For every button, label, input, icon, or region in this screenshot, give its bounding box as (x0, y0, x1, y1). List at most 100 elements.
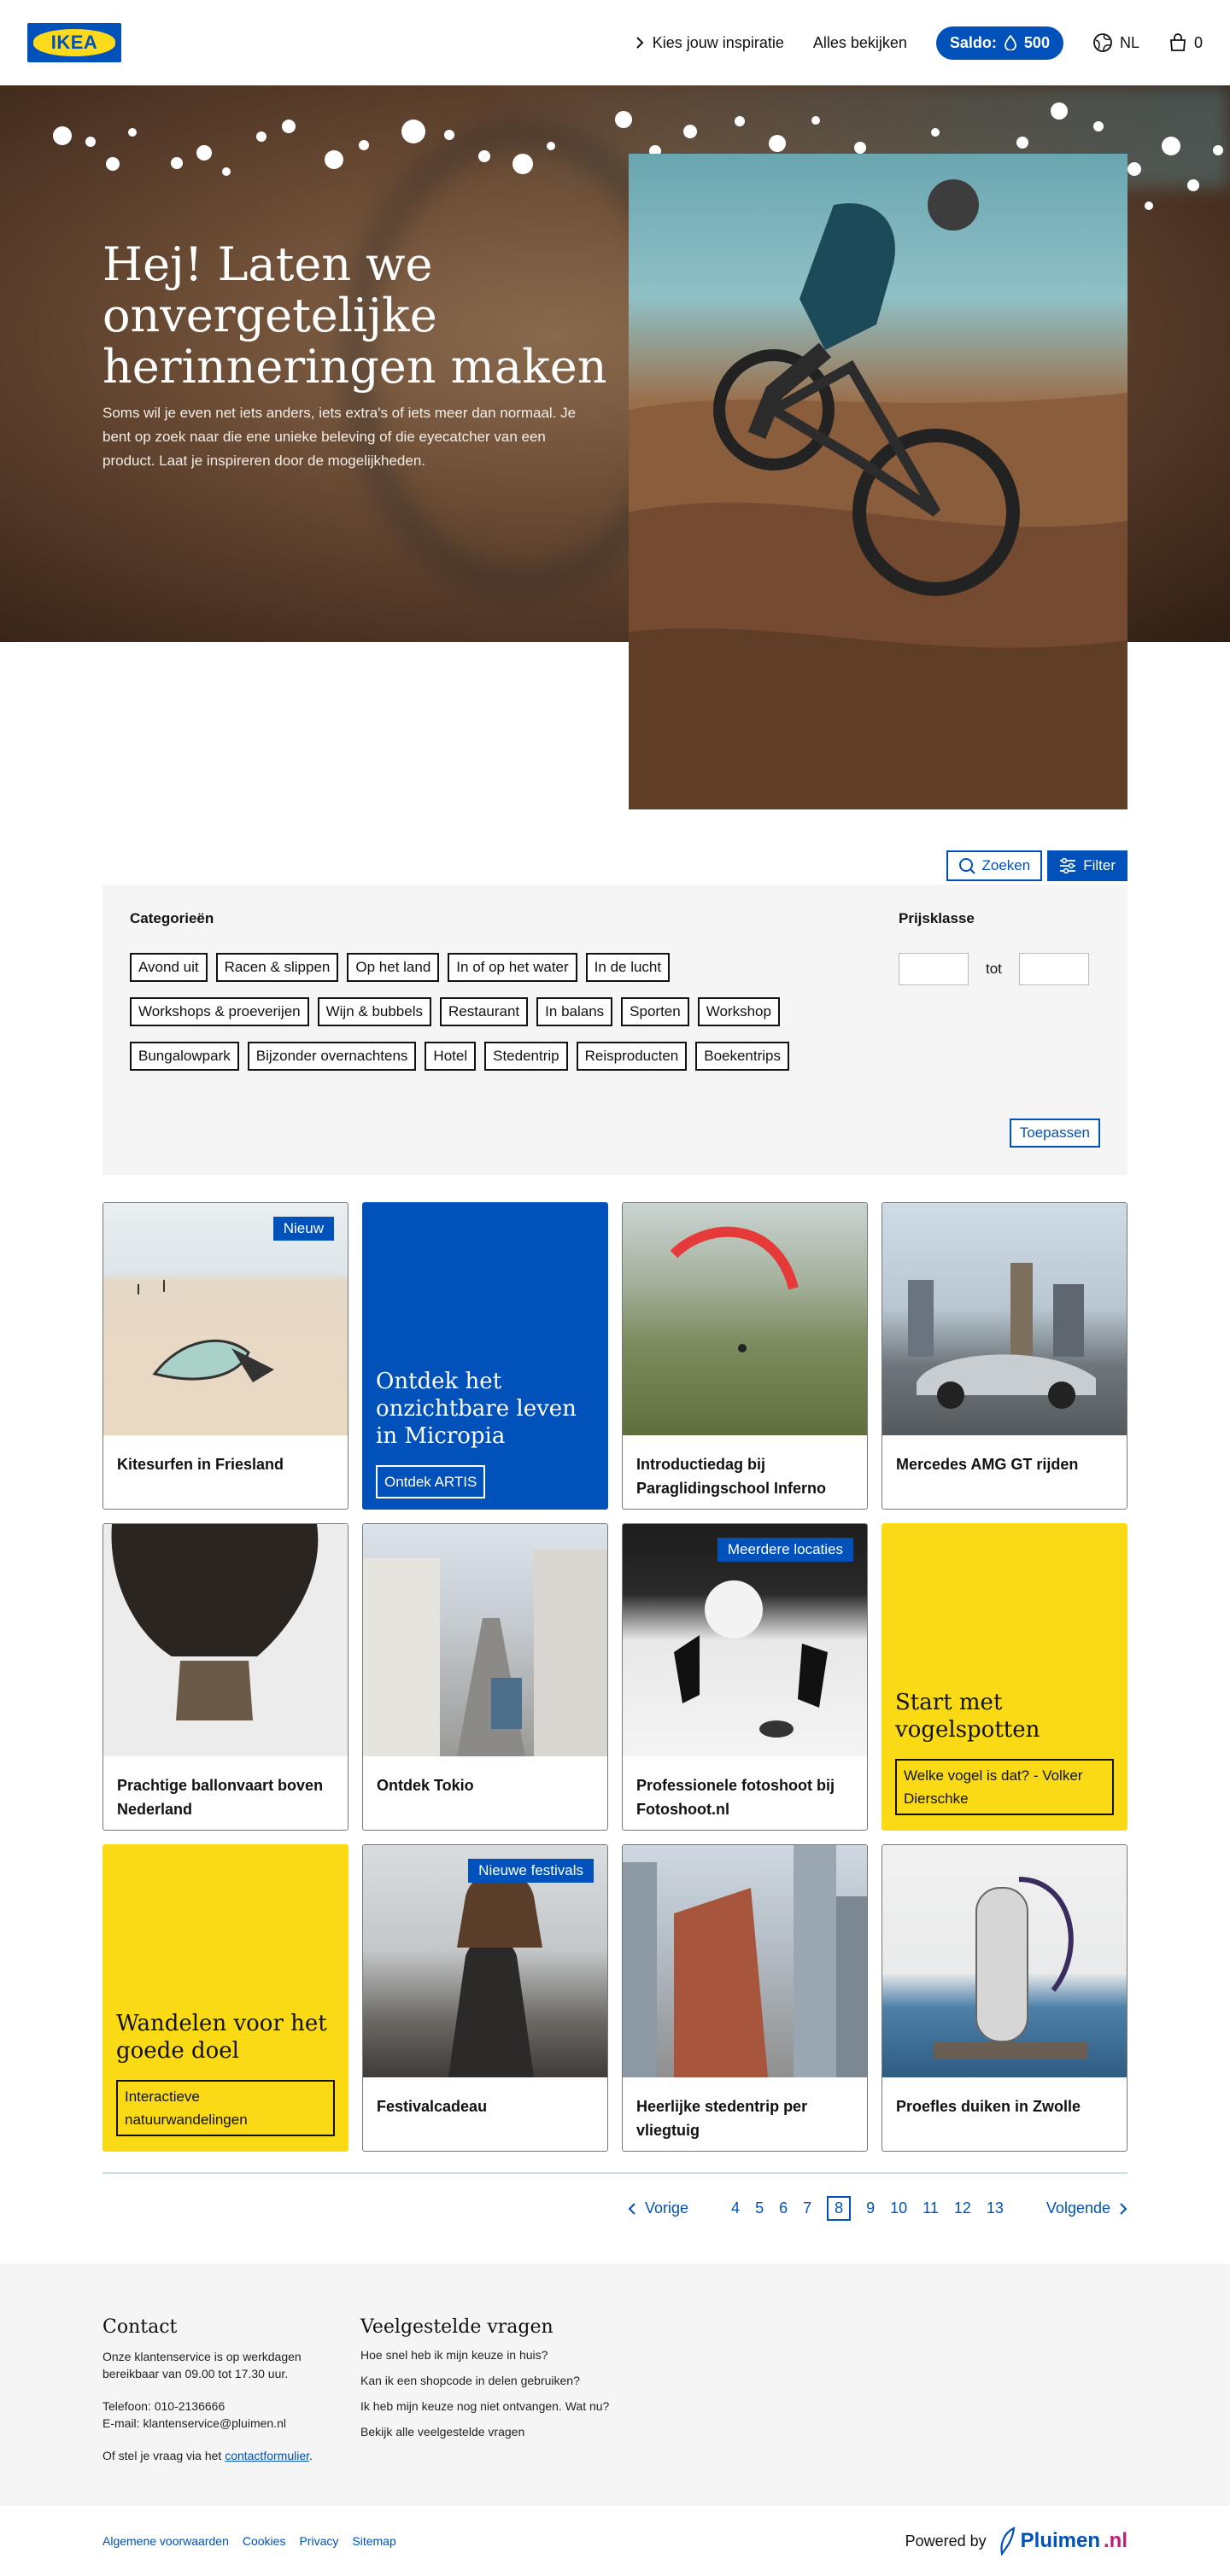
chip-boekentrips[interactable]: Boekentrips (695, 1042, 790, 1071)
logo-text: IKEA (33, 29, 115, 56)
terms-link[interactable]: Algemene voorwaarden (102, 2534, 229, 2548)
product-card-festival[interactable]: Nieuwe festivals Festivalcadeau (362, 1844, 608, 2152)
promo-button-wandelingen[interactable]: Interactieve natuurwandelingen (116, 2080, 335, 2136)
chip-hotel[interactable]: Hotel (425, 1042, 477, 1071)
page-6[interactable]: 6 (779, 2199, 788, 2217)
product-card-tokio[interactable]: Ontdek Tokio (362, 1523, 608, 1831)
promo-title: Wandelen voor het goede doel (116, 2011, 327, 2064)
pluimen-logo[interactable]: Pluimen .nl (999, 2526, 1128, 2556)
bottom-bar: Algemene voorwaarden Cookies Privacy Sit… (0, 2506, 1230, 2576)
product-card-stedentrip[interactable]: Heerlijke stedentrip per vliegtuig (622, 1844, 868, 2152)
chip-op-het-land[interactable]: Op het land (347, 953, 440, 982)
chip-bungalowpark[interactable]: Bungalowpark (130, 1042, 239, 1071)
kitesurf-photo: Nieuw (103, 1203, 348, 1435)
festival-photo: Nieuwe festivals (363, 1845, 607, 2077)
page-13[interactable]: 13 (987, 2199, 1004, 2217)
faq-item[interactable]: Ik heb mijn keuze nog niet ontvangen. Wa… (360, 2399, 702, 2413)
page-9[interactable]: 9 (866, 2199, 875, 2217)
page-10[interactable]: 10 (890, 2199, 907, 2217)
page-11[interactable]: 11 (922, 2199, 939, 2217)
page-current[interactable]: 8 (827, 2196, 852, 2221)
privacy-link[interactable]: Privacy (299, 2534, 338, 2548)
chip-water[interactable]: In of op het water (448, 953, 577, 982)
footer: Contact Onze klantenservice is op werkda… (0, 2263, 1230, 2506)
faq-column: Veelgestelde vragen Hoe snel heb ik mijn… (360, 2316, 702, 2450)
next-label: Volgende (1046, 2199, 1110, 2217)
chevron-right-icon (636, 37, 644, 49)
next-page-button[interactable]: Volgende (1046, 2199, 1128, 2217)
apply-button[interactable]: Toepassen (1009, 1119, 1100, 1148)
pagination-divider (102, 2172, 1128, 2174)
page-5[interactable]: 5 (755, 2199, 764, 2217)
product-card-kitesurf[interactable]: Nieuw Kitesurfen in Friesland (102, 1202, 348, 1510)
chip-in-balans[interactable]: In balans (536, 997, 613, 1026)
contact-column: Contact Onze klantenservice is op werkda… (102, 2316, 316, 2464)
prev-page-button[interactable]: Vorige (628, 2199, 688, 2217)
contact-form-suffix: . (309, 2449, 313, 2462)
page-7[interactable]: 7 (803, 2199, 811, 2217)
chip-bijzonder-overnachtens[interactable]: Bijzonder overnachtens (247, 1042, 417, 1071)
product-card-balloon[interactable]: Prachtige ballonvaart boven Nederland (102, 1523, 348, 1831)
chip-racen-slippen[interactable]: Racen & slippen (215, 953, 339, 982)
contact-email: E-mail: klantenservice@pluimen.nl (102, 2416, 286, 2430)
main-nav: Kies jouw inspiratie Alles bekijken Sald… (636, 26, 1203, 60)
product-card-paragliding[interactable]: Introductiedag bij Paraglidingschool Inf… (622, 1202, 868, 1510)
promo-title: Ontdek het onzichtbare leven in Micropia (376, 1369, 577, 1449)
faq-item[interactable]: Hoe snel heb ik mijn keuze in huis? (360, 2348, 702, 2362)
product-grid: Nieuw Kitesurfen in Friesland Ontdek het… (102, 1202, 1128, 2152)
promo-button-artis[interactable]: Ontdek ARTIS (376, 1465, 486, 1498)
product-card-duiken[interactable]: Proefles duiken in Zwolle (882, 1844, 1128, 2152)
stedentrip-photo (623, 1845, 867, 2077)
category-chips: Avond uit Racen & slippen Op het land In… (130, 953, 882, 1071)
search-button[interactable]: Zoeken (946, 850, 1043, 881)
card-title: Prachtige ballonvaart boven Nederland (117, 1777, 324, 1818)
chip-avond-uit[interactable]: Avond uit (130, 953, 208, 982)
brand-main: Pluimen (1020, 2529, 1100, 2552)
page-12[interactable]: 12 (954, 2199, 971, 2217)
cart-button[interactable]: 0 (1168, 33, 1203, 52)
hero-text: Soms wil je even net iets anders, iets e… (102, 405, 577, 469)
chip-reisproducten[interactable]: Reisproducten (576, 1042, 688, 1071)
price-min-input[interactable] (899, 953, 969, 985)
saldo-button[interactable]: Saldo: 500 (935, 26, 1063, 60)
mercedes-photo (882, 1203, 1127, 1435)
badge-multiple-locations: Meerdere locaties (717, 1538, 853, 1562)
filter-button[interactable]: Filter (1047, 850, 1128, 881)
legal-links: Algemene voorwaarden Cookies Privacy Sit… (102, 2534, 396, 2548)
card-title: Professionele fotoshoot bij Fotoshoot.nl (636, 1777, 835, 1818)
faq-all-link[interactable]: Bekijk alle veelgestelde vragen (360, 2425, 702, 2439)
promo-micropia: Ontdek het onzichtbare leven in Micropia… (362, 1202, 608, 1510)
chip-sporten[interactable]: Sporten (621, 997, 689, 1026)
chevron-left-icon (628, 2202, 636, 2215)
product-card-mercedes[interactable]: Mercedes AMG GT rijden (882, 1202, 1128, 1510)
powered-by: Powered by Pluimen .nl (905, 2526, 1128, 2556)
search-label: Zoeken (981, 857, 1031, 873)
product-card-fotoshoot[interactable]: Meerdere locaties Professionele fotoshoo… (622, 1523, 868, 1831)
sitemap-link[interactable]: Sitemap (352, 2534, 395, 2548)
tokio-photo (363, 1524, 607, 1756)
card-title: Introductiedag bij Paraglidingschool Inf… (636, 1456, 827, 1497)
chip-workshop[interactable]: Workshop (697, 997, 780, 1026)
contact-form-link[interactable]: contactformulier (225, 2449, 309, 2462)
contact-hours: Onze klantenservice is op werkdagen bere… (102, 2350, 302, 2380)
chip-restaurant[interactable]: Restaurant (440, 997, 529, 1026)
card-title: Proefles duiken in Zwolle (896, 2098, 1081, 2115)
cookies-link[interactable]: Cookies (243, 2534, 286, 2548)
all-link[interactable]: Alles bekijken (813, 34, 907, 52)
inspiration-link[interactable]: Kies jouw inspiratie (636, 34, 784, 52)
price-max-input[interactable] (1018, 953, 1089, 985)
promo-wandelen: Wandelen voor het goede doel Interactiev… (102, 1844, 348, 2152)
duiken-photo (882, 1845, 1127, 2077)
language-switch[interactable]: NL (1092, 32, 1139, 53)
page-4[interactable]: 4 (731, 2199, 740, 2217)
promo-button-vogel[interactable]: Welke vogel is dat? - Volker Dierschke (895, 1759, 1114, 1815)
faq-item[interactable]: Kan ik een shopcode in delen gebruiken? (360, 2374, 702, 2387)
ikea-logo[interactable]: IKEA (27, 23, 121, 62)
shopping-bag-icon (1170, 33, 1186, 51)
chip-workshops-proeverijen[interactable]: Workshops & proeverijen (130, 997, 309, 1026)
chip-in-de-lucht[interactable]: In de lucht (585, 953, 671, 982)
chip-stedentrip[interactable]: Stedentrip (484, 1042, 568, 1071)
chip-wijn-bubbels[interactable]: Wijn & bubbels (317, 997, 431, 1026)
language-label: NL (1119, 33, 1139, 51)
promo-title: Start met vogelspotten (895, 1690, 1040, 1743)
